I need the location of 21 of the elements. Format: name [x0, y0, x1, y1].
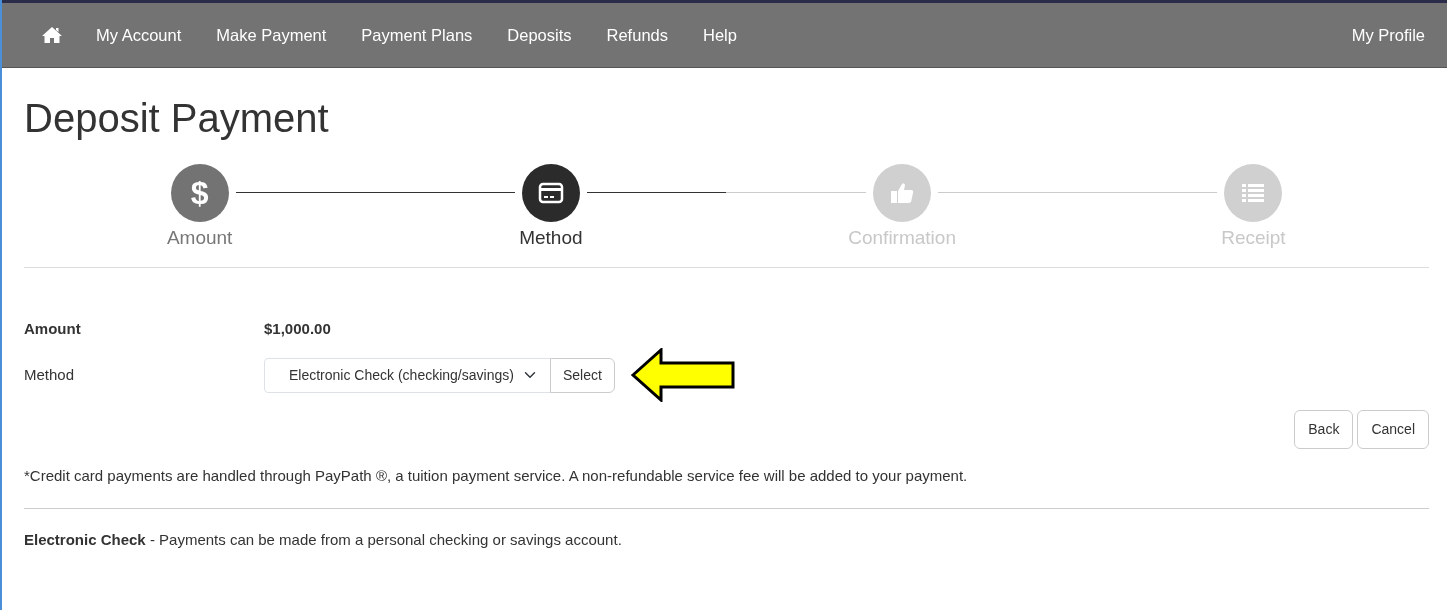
action-button[interactable]: Cancel [1357, 410, 1429, 449]
dollar-icon: $ [170, 164, 229, 222]
amount-value: $1,000.00 [264, 318, 331, 339]
select-button[interactable]: Select [550, 357, 615, 393]
method-select[interactable]: Electronic Check (checking/savings) [264, 357, 551, 393]
field-label: Amount [24, 318, 82, 339]
page-title: Deposit Payment [24, 95, 330, 142]
profile-link[interactable]: My Profile [1351, 22, 1425, 48]
field-label: Method [24, 364, 76, 385]
nav-link[interactable]: Deposits [507, 22, 572, 48]
home-icon[interactable] [42, 26, 62, 44]
step-label: Amount [166, 226, 233, 250]
nav-link[interactable]: Help [703, 22, 737, 48]
nav-link[interactable]: My Account [96, 22, 182, 48]
nav-link[interactable]: Payment Plans [361, 22, 473, 48]
disclaimer-text: *Credit card payments are handled through PayPath ®, a tuition payment service. A non-refundable service fee will be added to your payment. [24, 466, 969, 486]
method-description: Electronic Check - Payments can be made from a personal checking or savings account. [24, 529, 623, 550]
nav-link[interactable]: Make Payment [216, 22, 327, 48]
nav-link[interactable]: Refunds [606, 22, 668, 48]
step-label: Method [519, 226, 583, 250]
action-button[interactable]: Back [1294, 410, 1354, 449]
